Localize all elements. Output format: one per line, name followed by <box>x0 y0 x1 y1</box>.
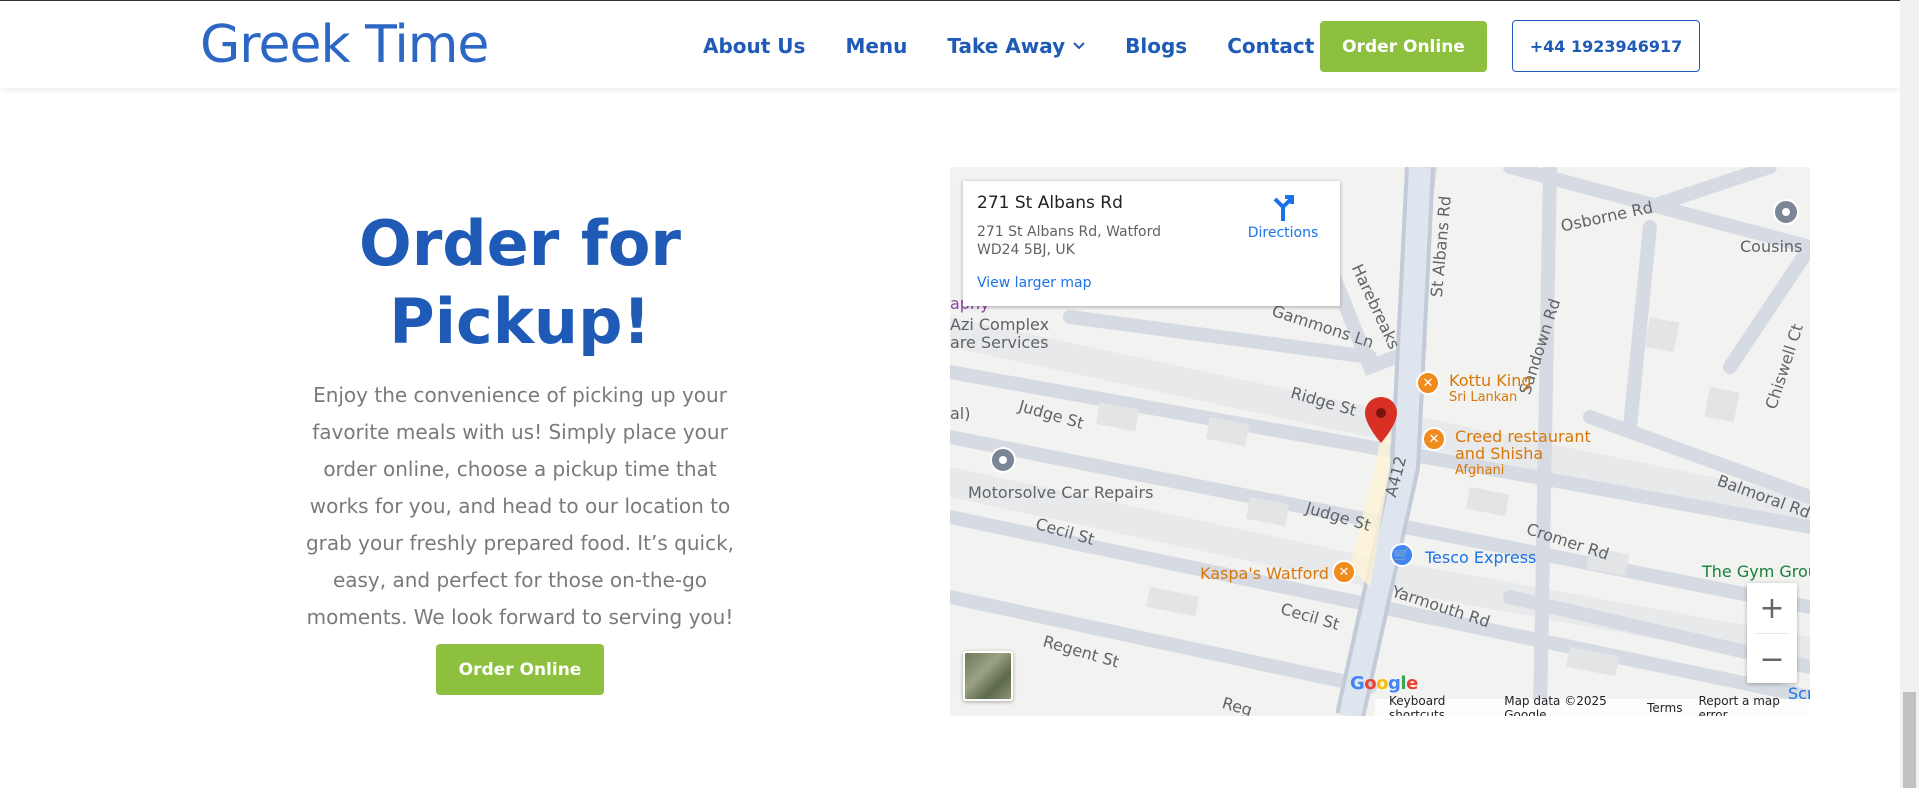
main-nav: About Us Menu Take Away Blogs Contact <box>703 31 1354 61</box>
label-al: al) <box>950 404 971 423</box>
zoom-in-button[interactable]: + <box>1747 583 1797 633</box>
terms-link[interactable]: Terms <box>1647 701 1682 715</box>
location-pin-icon[interactable] <box>1365 397 1397 443</box>
map-footer: Keyboard shortcuts Map data ©2025 Google… <box>1375 694 1810 716</box>
kottu-king-name: Kottu King <box>1449 371 1532 390</box>
restaurant-icon[interactable]: ✕ <box>1422 427 1446 451</box>
pickup-section: Order for Pickup! Enjoy the convenience … <box>290 205 750 636</box>
label-azi-complex: Azi Complex <box>950 315 1050 334</box>
kottu-king-cuisine: Sri Lankan <box>1449 390 1518 405</box>
place-pin-icon[interactable] <box>990 447 1016 473</box>
nav-contact-label: Contact <box>1227 34 1315 58</box>
header-order-online-button[interactable]: Order Online <box>1320 21 1487 72</box>
nav-about-us[interactable]: About Us <box>703 34 805 58</box>
map-info-card: 271 St Albans Rd 271 St Albans Rd, Watfo… <box>963 181 1340 306</box>
report-map-error-link[interactable]: Report a map error <box>1698 694 1796 717</box>
site-logo[interactable]: Greek Time <box>200 15 489 75</box>
place-cousins[interactable]: Cousins <box>1740 237 1802 256</box>
zoom-controls: + − <box>1747 583 1797 683</box>
nav-menu[interactable]: Menu <box>845 34 907 58</box>
place-creed[interactable]: Creed restaurant and Shisha Afghani <box>1455 428 1591 479</box>
google-logo: Google <box>1350 673 1418 694</box>
page-scrollbar[interactable] <box>1900 0 1919 788</box>
nav-about-us-label: About Us <box>703 34 806 58</box>
creed-cuisine: Afghani <box>1455 463 1505 478</box>
pickup-title: Order for Pickup! <box>290 205 750 361</box>
pickup-order-online-button[interactable]: Order Online <box>436 644 604 695</box>
place-tesco[interactable]: Tesco Express <box>1425 549 1536 566</box>
place-kottu-king[interactable]: Kottu King Sri Lankan <box>1449 372 1532 406</box>
label-azi-services: are Services <box>950 333 1049 352</box>
header-phone-button[interactable]: +44 1923946917 <box>1512 20 1700 72</box>
nav-blogs[interactable]: Blogs <box>1125 34 1187 58</box>
view-larger-map-link[interactable]: View larger map <box>977 275 1326 291</box>
google-map[interactable]: Osborne Rd St Albans Rd Harebreaks Gammo… <box>950 167 1810 716</box>
scrollbar-thumb[interactable] <box>1903 692 1916 788</box>
chevron-down-icon <box>1073 42 1085 50</box>
directions-label: Directions <box>1247 225 1319 241</box>
nav-blogs-label: Blogs <box>1125 34 1188 58</box>
nav-take-away-label: Take Away <box>947 34 1066 58</box>
pickup-title-line1: Order for <box>358 207 682 280</box>
map-card-address: 271 St Albans Rd, Watford WD24 5BJ, UK <box>977 224 1161 258</box>
pickup-title-line2: Pickup! <box>389 285 651 358</box>
restaurant-icon[interactable]: ✕ <box>1416 371 1440 395</box>
directions-icon <box>1273 195 1294 221</box>
directions-button[interactable]: Directions <box>1243 193 1323 241</box>
nav-menu-label: Menu <box>845 34 908 58</box>
map-data-label: Map data ©2025 Google <box>1504 693 1607 717</box>
place-kaspas[interactable]: Kaspa's Watford <box>1200 565 1329 582</box>
zoom-out-button[interactable]: − <box>1747 634 1797 684</box>
place-motorsolve[interactable]: Motorsolve Car Repairs <box>968 483 1153 502</box>
satellite-layer-toggle[interactable] <box>963 651 1013 701</box>
creed-name-2: and Shisha <box>1455 444 1544 463</box>
keyboard-shortcuts-link[interactable]: Keyboard shortcuts <box>1389 694 1488 717</box>
place-gym[interactable]: The Gym Grou <box>1702 563 1810 580</box>
site-header: Greek Time About Us Menu Take Away Blogs… <box>0 1 1900 88</box>
nav-contact[interactable]: Contact <box>1227 34 1314 58</box>
restaurant-icon[interactable]: ✕ <box>1332 560 1356 584</box>
place-pin-icon[interactable] <box>1773 199 1799 225</box>
nav-take-away[interactable]: Take Away <box>947 34 1085 58</box>
pickup-description: Enjoy the convenience of picking up your… <box>305 383 735 629</box>
shopping-cart-icon[interactable]: 🛒 <box>1390 543 1414 567</box>
